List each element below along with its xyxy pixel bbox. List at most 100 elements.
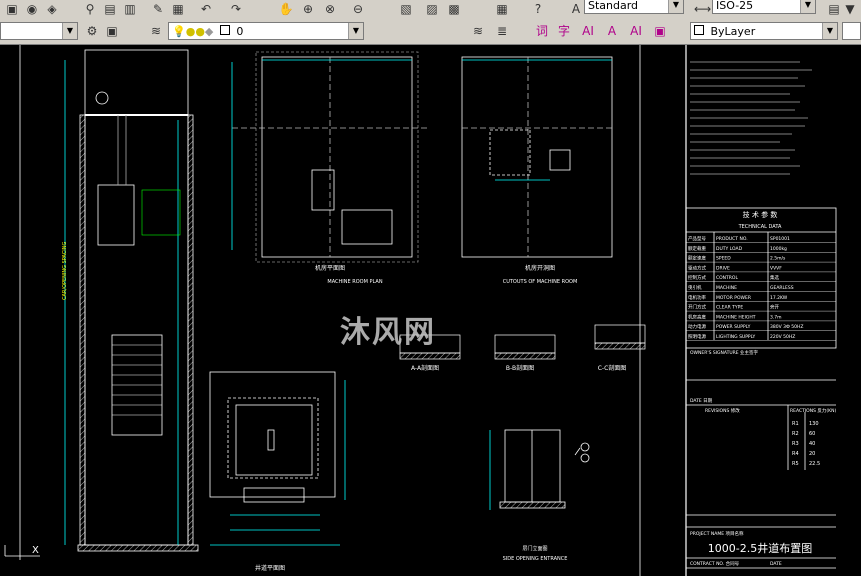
block-icon[interactable]: ▦ <box>170 2 186 16</box>
machine-room-plan-title: 机房平面图 <box>315 264 345 272</box>
tech-cell: 17.2KW <box>770 295 788 301</box>
save-icon[interactable]: ◉ <box>24 2 40 16</box>
tech-cell: 额定速度 <box>688 255 706 262</box>
chevron-down-icon: ▼ <box>348 23 363 39</box>
zoom-window-icon[interactable]: ⊗ <box>322 2 338 16</box>
text-replace-icon[interactable]: A <box>604 24 620 38</box>
tech-cell: LIGHTING SUPPLY <box>716 334 756 340</box>
tech-cell: GEARLESS <box>770 285 794 291</box>
hoistway-plan-title: 井道平面图 <box>255 564 285 572</box>
layers-toolbar: ▼ ⚙ ▣ ≋ 💡●●◆ 0 ▼ ≋ ≣ 词 字 AI A AI ▣ ByLay… <box>0 18 861 45</box>
calc-icon[interactable]: ▦ <box>494 2 510 16</box>
drawing-canvas[interactable]: CAR/OPENING SPACING 机房平面图 MACHINE ROOM P… <box>0 45 861 576</box>
open-icon[interactable]: ▣ <box>4 2 20 16</box>
mtext-tool-icon[interactable]: 字 <box>556 24 572 38</box>
tech-title: 技 术 参 数 <box>743 210 778 219</box>
help-icon[interactable]: ? <box>530 2 546 16</box>
tech-cell: 3.7m <box>770 314 782 320</box>
tech-cell: DUTY LOAD <box>716 246 743 252</box>
tech-cell: SP01001 <box>770 236 790 242</box>
reaction-cell: 22.5 <box>809 461 820 467</box>
reactions: R1 130 R2 60 R3 40 R4 20 R5 22.5 <box>792 421 820 467</box>
properties-icon[interactable]: ▧ <box>398 2 414 16</box>
standard-toolbar: ▣ ◉ ◈ ⚲ ▤ ▥ ✎ ▦ ↶ ↷ ✋ ⊕ ⊗ ⊖ ▧ ▨ ▩ ▦ ? A … <box>0 0 861 19</box>
tech-cell: DRIVE <box>716 265 730 271</box>
tech-cell: SPEED <box>716 256 731 262</box>
tech-title-en: TECHNICAL DATA <box>738 224 782 230</box>
landing-door <box>489 429 590 510</box>
linetype-value: ByLayer <box>710 25 756 38</box>
dim-style-select[interactable]: ISO-25 ▼ <box>712 0 816 14</box>
reaction-cell: R5 <box>792 461 799 467</box>
tech-cell: 曳引机 <box>688 284 702 291</box>
text-edit-icon[interactable]: AI <box>580 24 596 38</box>
contract-no: CONTRACT NO. 合同号 <box>690 560 740 567</box>
text-align-icon[interactable]: ▣ <box>652 24 668 38</box>
ai-text-icon[interactable]: AI <box>628 24 644 38</box>
tech-cell: 电机功率 <box>688 294 706 301</box>
reactions-label: REACTIONS 反力(KN) <box>790 407 836 414</box>
hoistway-section <box>19 45 199 560</box>
tech-cell: 控制方式 <box>688 274 706 281</box>
pan-icon[interactable]: ✋ <box>278 2 294 16</box>
layer-name: 0 <box>236 25 244 38</box>
text-style-select[interactable]: Standard ▼ <box>584 0 684 14</box>
gear-icon[interactable]: ⚙ <box>84 24 100 38</box>
watermark: 沐风网 <box>340 315 436 350</box>
undo-icon[interactable]: ↶ <box>198 2 214 16</box>
table-style-select[interactable]: ▼ <box>842 2 858 16</box>
reaction-cell: 40 <box>809 441 815 447</box>
tech-cell: 集选 <box>770 274 779 281</box>
tech-cell: CONTROL <box>716 275 738 281</box>
tech-cell: 产品型号 <box>688 235 706 242</box>
section-b-label: B-B剖面图 <box>506 364 534 372</box>
text-style-value: Standard <box>588 0 639 12</box>
redo-icon[interactable]: ↷ <box>228 2 244 16</box>
drawing-title: 1000-2.5井道布置图 <box>708 541 812 555</box>
paste-icon[interactable]: ▥ <box>122 2 138 16</box>
tech-cell: POWER SUPPLY <box>716 324 751 330</box>
dim-style-icon: ⟷ <box>694 2 712 16</box>
hoistway-plan <box>209 371 346 546</box>
reaction-cell: R1 <box>792 421 799 427</box>
tech-cell: VVVF <box>770 265 782 271</box>
layer-previous-icon[interactable]: ≣ <box>494 24 510 38</box>
reaction-cell: 60 <box>809 431 815 437</box>
tech-rows: 产品型号 PRODUCT NO. SP01001 额定载重 DUTY LOAD 1000k… <box>686 235 836 341</box>
text-tool-icon[interactable]: 词 <box>534 24 550 38</box>
zoom-realtime-icon[interactable]: ⊕ <box>300 2 316 16</box>
copy-icon[interactable]: ▤ <box>102 2 118 16</box>
plot-icon[interactable]: ◈ <box>44 2 60 16</box>
reaction-cell: 20 <box>809 451 815 457</box>
chevron-down-icon: ▼ <box>800 0 815 13</box>
reaction-cell: 130 <box>809 421 819 427</box>
layer-select[interactable]: 💡●●◆ 0 ▼ <box>168 22 364 40</box>
design-center-icon[interactable]: ▨ <box>424 2 440 16</box>
cutouts-plan <box>461 56 613 258</box>
lineweight-select[interactable] <box>842 22 861 40</box>
find-icon[interactable]: ⚲ <box>82 2 98 16</box>
tech-cell: PRODUCT NO. <box>716 236 748 242</box>
tech-cell: 驱动方式 <box>688 264 706 271</box>
make-current-icon[interactable]: ≋ <box>470 24 486 38</box>
project-name: PROJECT NAME 项目名称 <box>690 530 744 537</box>
tech-cell: 380V 3Ф 50HZ <box>770 324 803 330</box>
tech-cell: 开门方式 <box>688 304 706 311</box>
cutouts-title-en: CUTOUTS OF MACHINE ROOM <box>503 279 578 285</box>
tech-cell: 额定载重 <box>688 245 706 252</box>
match-icon[interactable]: ✎ <box>150 2 166 16</box>
svg-text:CAR/OPENING SPACING: CAR/OPENING SPACING <box>62 241 68 300</box>
date-label: DATE <box>770 561 782 567</box>
workspace-select[interactable]: ▼ <box>0 22 78 40</box>
layer-manager-icon[interactable]: ≋ <box>148 24 164 38</box>
chevron-down-icon: ▼ <box>668 0 683 13</box>
dim-style-value: ISO-25 <box>716 0 754 12</box>
linetype-select[interactable]: ByLayer ▼ <box>690 22 838 40</box>
workspace-icon[interactable]: ▣ <box>104 24 120 38</box>
tech-cell: 照明电源 <box>688 333 706 340</box>
section-a-label: A-A剖面图 <box>411 364 439 372</box>
revisions-label: REVISIONS 修改 <box>705 407 740 414</box>
zoom-previous-icon[interactable]: ⊖ <box>350 2 366 16</box>
tech-cell: MACHINE HEIGHT <box>716 314 756 320</box>
tool-palette-icon[interactable]: ▩ <box>446 2 462 16</box>
